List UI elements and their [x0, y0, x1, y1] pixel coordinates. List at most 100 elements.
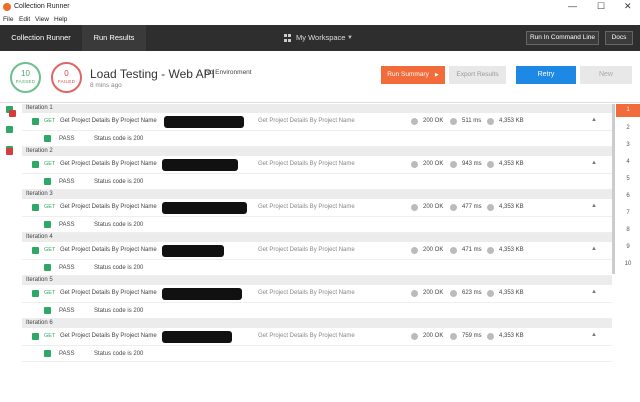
new-button[interactable]: New	[580, 66, 632, 84]
workspace-grid-icon[interactable]	[284, 34, 292, 42]
test-name: Status code is 200	[94, 308, 144, 314]
workspace-selector[interactable]: My Workspace	[296, 25, 345, 51]
docs-button[interactable]: Docs	[605, 31, 633, 45]
iteration-block: Iteration 2 GET Get Project Details By Pro…	[22, 147, 612, 190]
redaction-mark	[162, 331, 232, 343]
run-in-command-line-button[interactable]: Run In Command Line	[526, 31, 599, 45]
test-name: Status code is 200	[94, 136, 144, 142]
size-dot-icon	[487, 161, 494, 168]
page-item-7[interactable]: 7	[616, 205, 640, 222]
redaction-mark	[162, 159, 238, 171]
request-row[interactable]: GET Get Project Details By Project Name Ge…	[22, 199, 612, 217]
test-result: PASS	[59, 136, 75, 142]
test-name: Status code is 200	[94, 179, 144, 185]
collapse-caret-icon[interactable]: ▲	[591, 203, 597, 209]
response-time: 471 ms	[462, 247, 482, 253]
collapse-caret-icon[interactable]: ▲	[591, 160, 597, 166]
pass-status-icon	[32, 161, 39, 168]
redaction-mark	[164, 116, 244, 128]
filter-fail-icon[interactable]	[9, 110, 16, 117]
test-row: PASS Status code is 200	[22, 346, 612, 362]
pass-status-icon	[32, 290, 39, 297]
request-description: Get Project Details By Project Name	[258, 118, 355, 124]
collapse-caret-icon[interactable]: ▲	[591, 289, 597, 295]
page-item-10[interactable]: 10	[616, 256, 640, 273]
menu-help[interactable]: Help	[54, 16, 67, 23]
filter-pass-icon[interactable]	[6, 126, 13, 133]
status-column	[0, 104, 22, 402]
response-status: 200 OK	[423, 247, 444, 253]
size-dot-icon	[487, 118, 494, 125]
chevron-down-icon[interactable]: ▼	[347, 25, 353, 51]
iteration-block: Iteration 4 GET Get Project Details By Pro…	[22, 233, 612, 276]
time-dot-icon	[450, 290, 457, 297]
test-row: PASS Status code is 200	[22, 260, 612, 276]
test-row: PASS Status code is 200	[22, 174, 612, 190]
iteration-header: Iteration 4	[22, 233, 612, 242]
run-summary-label: Run Summary	[387, 71, 429, 78]
collapse-caret-icon[interactable]: ▲	[591, 332, 597, 338]
export-results-button[interactable]: Export Results	[449, 66, 506, 84]
request-row[interactable]: GET Get Project Details By Project Name Ge…	[22, 156, 612, 174]
time-dot-icon	[450, 333, 457, 340]
request-description: Get Project Details By Project Name	[258, 290, 355, 296]
maximize-button[interactable]: ☐	[597, 1, 605, 12]
results-scrollbar[interactable]	[612, 104, 615, 274]
request-row[interactable]: GET Get Project Details By Project Name Ge…	[22, 242, 612, 260]
request-row[interactable]: GET Get Project Details By Project Name Ge…	[22, 328, 612, 346]
request-row[interactable]: GET Get Project Details By Project Name Ge…	[22, 285, 612, 303]
tab-collection-runner[interactable]: Collection Runner	[0, 25, 82, 51]
test-result: PASS	[59, 308, 75, 314]
iteration-header: Iteration 6	[22, 319, 612, 328]
page-item-1[interactable]: 1	[616, 104, 640, 117]
response-size: 4,353 KB	[499, 290, 524, 296]
failed-label: FAILED	[57, 79, 76, 84]
menu-edit[interactable]: Edit	[19, 16, 30, 23]
response-size: 4,353 KB	[499, 118, 524, 124]
page-item-5[interactable]: 5	[616, 171, 640, 188]
pass-status-icon	[32, 204, 39, 211]
page-item-3[interactable]: 3	[616, 137, 640, 154]
page-item-6[interactable]: 6	[616, 188, 640, 205]
minimize-button[interactable]: —	[568, 1, 577, 11]
menu-bar: File Edit View Help	[0, 14, 640, 25]
test-row: PASS Status code is 200	[22, 217, 612, 233]
retry-button[interactable]: Retry	[516, 66, 576, 84]
request-description: Get Project Details By Project Name	[258, 161, 355, 167]
request-name: Get Project Details By Project Name	[60, 204, 157, 210]
run-title: Load Testing - Web API	[90, 67, 215, 81]
run-timestamp: 8 mins ago	[90, 82, 122, 89]
request-description: Get Project Details By Project Name	[258, 204, 355, 210]
run-summary-button[interactable]: Run Summary ▶	[381, 66, 445, 84]
page-item-8[interactable]: 8	[616, 222, 640, 239]
pass-status-icon	[44, 350, 51, 357]
time-dot-icon	[450, 118, 457, 125]
filter-fail-icon[interactable]	[6, 148, 13, 155]
response-size: 4,353 KB	[499, 204, 524, 210]
page-item-4[interactable]: 4	[616, 154, 640, 171]
request-name: Get Project Details By Project Name	[60, 161, 157, 167]
menu-file[interactable]: File	[3, 16, 13, 23]
request-row[interactable]: GET Get Project Details By Project Name Ge…	[22, 113, 612, 131]
passed-label: PASSED	[15, 79, 36, 84]
tab-run-results[interactable]: Run Results	[82, 25, 146, 51]
request-name: Get Project Details By Project Name	[60, 247, 157, 253]
environment-label: No Environment	[205, 69, 252, 76]
close-button[interactable]: ✕	[624, 1, 632, 12]
results-list: Iteration 1 GET Get Project Details By Pro…	[22, 104, 612, 402]
response-time: 477 ms	[462, 204, 482, 210]
collapse-caret-icon[interactable]: ▲	[591, 246, 597, 252]
test-row: PASS Status code is 200	[22, 303, 612, 319]
page-item-9[interactable]: 9	[616, 239, 640, 256]
test-result: PASS	[59, 265, 75, 271]
pass-status-icon	[44, 178, 51, 185]
request-name: Get Project Details By Project Name	[60, 290, 157, 296]
request-method: GET	[44, 333, 56, 339]
iteration-header: Iteration 3	[22, 190, 612, 199]
status-dot-icon	[411, 118, 418, 125]
page-item-2[interactable]: 2	[616, 120, 640, 137]
size-dot-icon	[487, 290, 494, 297]
menu-view[interactable]: View	[35, 16, 49, 23]
collapse-caret-icon[interactable]: ▲	[591, 117, 597, 123]
pass-status-icon	[44, 135, 51, 142]
